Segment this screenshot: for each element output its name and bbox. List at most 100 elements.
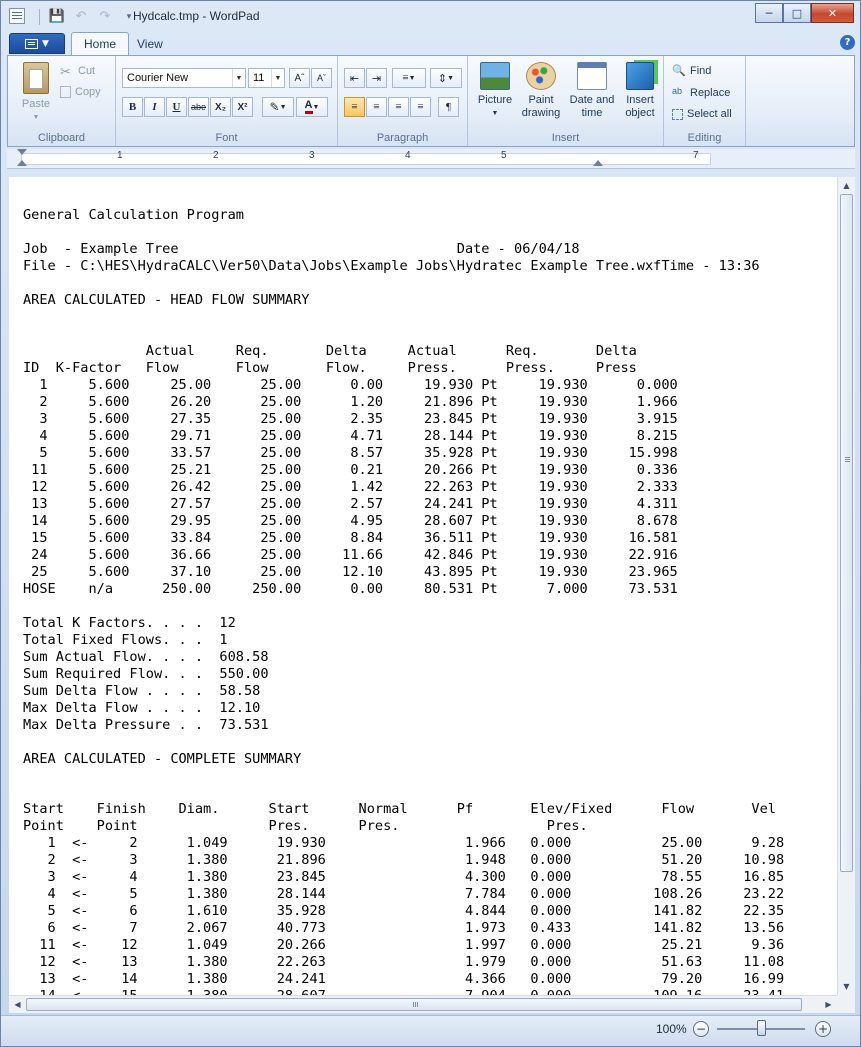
palette-icon [526, 62, 556, 90]
scroll-right-icon[interactable]: ▶ [820, 996, 837, 1013]
clipboard-group-label: Clipboard [37, 132, 86, 144]
ruler-mark: 7 [693, 150, 699, 161]
copy-icon [60, 86, 71, 98]
italic-button[interactable]: I [144, 97, 165, 117]
increase-indent-icon[interactable]: ⇥ [366, 68, 387, 88]
align-left-icon[interactable]: ≡ [344, 97, 365, 117]
ruler-mark: 4 [405, 150, 411, 161]
date-time-label: Date and time [569, 94, 615, 119]
wordpad-window: 💾 ↶ ↷ ▾ Hydcalc.tmp - WordPad ─ □ ✕ ▼ Ho… [0, 0, 861, 1047]
zoom-slider-thumb[interactable] [757, 1020, 766, 1036]
font-family-select[interactable]: Courier New ▼ [122, 68, 246, 88]
chevron-down-icon: ▼ [447, 74, 455, 82]
decrease-indent-icon[interactable]: ⇤ [344, 68, 365, 88]
first-line-indent-marker[interactable] [17, 149, 27, 155]
font-group-label: Font [215, 132, 238, 144]
underline-button[interactable]: U [166, 97, 187, 117]
replace-label: Replace [690, 87, 731, 99]
insert-object-button[interactable]: Insert object [618, 62, 662, 120]
clipboard-group: Paste ▼ ✂ Cut Copy Clipboard [8, 56, 116, 146]
vertical-scroll-thumb[interactable] [840, 194, 853, 872]
paint-drawing-label: Paint drawing [521, 94, 561, 119]
grow-font-button[interactable]: Aˆ [289, 68, 310, 88]
chevron-down-icon: ▼ [408, 74, 416, 82]
close-button[interactable]: ✕ [811, 3, 854, 23]
scroll-grip [845, 457, 850, 458]
scissors-icon: ✂ [60, 64, 71, 79]
picture-label: Picture [477, 94, 513, 106]
scroll-up-icon[interactable]: ▲ [838, 177, 855, 194]
subscript-button[interactable]: X₂ [210, 97, 231, 117]
window-title: Hydcalc.tmp - WordPad [133, 9, 260, 23]
find-label: Find [690, 65, 712, 77]
horizontal-scrollbar[interactable]: ◀ ▶ [9, 995, 837, 1013]
replace-icon: ab [672, 86, 683, 96]
chevron-down-icon: ▼ [232, 69, 245, 87]
scroll-left-icon[interactable]: ◀ [9, 996, 26, 1013]
ruler: 1 2 3 4 5 7 [7, 149, 855, 169]
ruler-track [21, 153, 711, 165]
line-spacing-button[interactable]: ⇕ ▼ [430, 68, 462, 88]
strikethrough-button[interactable]: abe [188, 97, 209, 117]
zoom-in-button[interactable]: + [815, 1021, 831, 1037]
left-indent-marker[interactable] [17, 160, 27, 166]
chevron-down-icon: ▼ [279, 103, 287, 111]
zoom-level: 100% [656, 1022, 687, 1036]
chevron-down-icon: ▼ [42, 38, 49, 49]
binoculars-icon: 🔍 [672, 65, 686, 77]
horizontal-scroll-thumb[interactable] [26, 998, 802, 1011]
picture-button[interactable]: Picture ▼ [472, 62, 518, 120]
scroll-down-icon[interactable]: ▼ [838, 978, 855, 995]
copy-button[interactable]: Copy [60, 86, 101, 98]
ruler-mark: 5 [501, 150, 507, 161]
paragraph-settings-icon[interactable]: ¶ [438, 97, 459, 117]
editing-group: 🔍 Find ab Replace Select all Editing [664, 56, 746, 146]
date-time-button[interactable]: Date and time [568, 62, 616, 120]
align-center-icon[interactable]: ≡ [366, 97, 387, 117]
picture-icon [480, 62, 510, 90]
align-right-icon[interactable]: ≡ [388, 97, 409, 117]
maximize-button[interactable]: □ [783, 3, 811, 23]
right-indent-marker[interactable] [593, 160, 603, 166]
highlighter-icon: ✎ [269, 99, 280, 114]
file-menu-button[interactable]: ▼ [9, 33, 65, 54]
find-button[interactable]: 🔍 Find [672, 64, 711, 78]
font-family-value: Courier New [127, 72, 189, 84]
select-all-button[interactable]: Select all [672, 108, 732, 120]
paragraph-group-label: Paragraph [376, 132, 429, 144]
help-icon[interactable]: ? [840, 35, 855, 50]
tab-home[interactable]: Home [71, 32, 130, 55]
zoom-out-button[interactable]: − [693, 1021, 709, 1037]
bullet-list-button[interactable]: ≡ ▼ [392, 68, 426, 88]
minimize-button[interactable]: ─ [755, 3, 783, 23]
paste-button[interactable]: Paste ▼ [16, 62, 56, 124]
font-size-value: 11 [253, 72, 265, 84]
scrollbar-corner [837, 995, 855, 1013]
highlight-color-button[interactable]: ✎ ▼ [262, 97, 294, 117]
window-controls: ─ □ ✕ [755, 3, 854, 23]
shrink-font-button[interactable]: Aˇ [311, 68, 332, 88]
line-spacing-icon: ⇕ [437, 72, 448, 85]
insert-group-label: Insert [551, 132, 580, 144]
document-text[interactable]: General Calculation Program Job - Exampl… [23, 207, 784, 995]
vertical-scrollbar[interactable]: ▲ ▼ [837, 177, 855, 995]
editing-group-label: Editing [687, 132, 722, 144]
chevron-down-icon: ▼ [271, 69, 284, 87]
document-area[interactable]: General Calculation Program Job - Exampl… [9, 177, 837, 995]
select-all-icon [672, 108, 683, 120]
justify-icon[interactable]: ≡ [410, 97, 431, 117]
clipboard-icon [23, 62, 49, 94]
paste-dropdown-icon: ▼ [32, 114, 40, 121]
paint-drawing-button[interactable]: Paint drawing [518, 62, 564, 120]
superscript-button[interactable]: X² [232, 97, 253, 117]
ribbon-tabs: ▼ Home View ? [7, 31, 855, 55]
ruler-mark: 3 [309, 150, 315, 161]
font-size-select[interactable]: 11 ▼ [248, 68, 285, 88]
insert-object-label: Insert object [625, 94, 655, 119]
tab-view[interactable]: View [125, 32, 175, 55]
replace-button[interactable]: ab Replace [672, 86, 730, 100]
bold-button[interactable]: B [122, 97, 143, 117]
cut-button[interactable]: ✂ Cut [60, 64, 95, 79]
text-color-button[interactable]: A ▼ [296, 97, 328, 117]
insert-group: Picture ▼ Paint drawing Date and time In… [468, 56, 664, 146]
